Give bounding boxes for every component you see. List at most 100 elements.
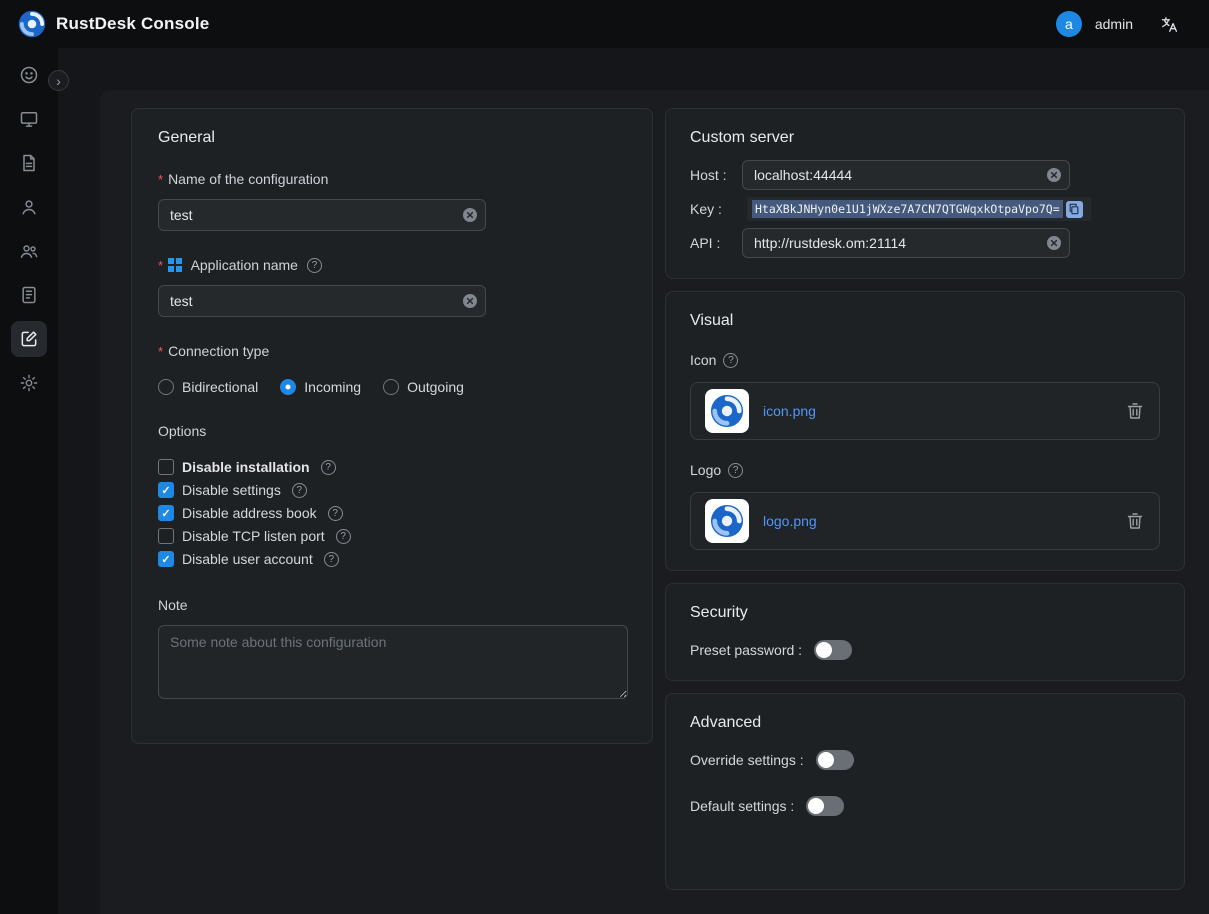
config-name-input-wrap	[158, 199, 486, 231]
override-settings-toggle[interactable]	[816, 750, 854, 770]
radio-outgoing[interactable]: Outgoing	[383, 379, 464, 395]
rustdesk-console-app: RustDesk Console a admin	[0, 0, 1209, 914]
edit-square-icon	[19, 329, 39, 349]
app-title: RustDesk Console	[56, 14, 209, 34]
key-row: Key : HtaXBkJNHyn0e1U1jWXze7A7CN7QTGWqxk…	[690, 197, 1160, 221]
sidebar-item-status[interactable]	[11, 57, 47, 93]
application-name-input[interactable]	[158, 285, 486, 317]
sidebar-expand-button[interactable]: ›	[48, 70, 69, 91]
preset-password-label: Preset password :	[690, 642, 802, 658]
connection-type-radio-group: Bidirectional Incoming Outgoing	[158, 379, 626, 395]
radio-bidirectional[interactable]: Bidirectional	[158, 379, 258, 395]
default-settings-row: Default settings :	[690, 796, 1160, 816]
checkbox-box[interactable]: ✓	[158, 528, 174, 544]
avatar[interactable]: a	[1056, 11, 1082, 37]
username[interactable]: admin	[1095, 16, 1133, 32]
icon-file-box: icon.png	[690, 382, 1160, 440]
config-name-label: * Name of the configuration	[158, 171, 626, 187]
radio-circle	[158, 379, 174, 395]
application-name-label: * Application name ?	[158, 257, 626, 273]
clear-icon[interactable]	[1047, 236, 1061, 250]
custom-server-card: Custom server Host : Key : HtaXBkJNHyn0e…	[665, 108, 1185, 279]
host-input[interactable]	[742, 160, 1070, 190]
sidebar-item-logs[interactable]	[11, 277, 47, 313]
translate-icon[interactable]	[1160, 15, 1179, 34]
custom-server-title: Custom server	[690, 129, 1160, 147]
toggle-knob	[816, 642, 832, 658]
icon-upload-label: Icon ?	[690, 352, 1160, 368]
app-header: RustDesk Console a admin	[0, 0, 1209, 48]
monitor-icon	[19, 109, 39, 129]
required-marker: *	[158, 258, 163, 273]
help-icon[interactable]: ?	[336, 529, 351, 544]
key-value[interactable]: HtaXBkJNHyn0e1U1jWXze7A7CN7QTGWqxkOtpaVp…	[752, 200, 1063, 218]
trash-icon[interactable]	[1125, 511, 1145, 531]
host-input-wrap	[742, 160, 1070, 190]
checkbox-box[interactable]: ✓	[158, 505, 174, 521]
users-icon	[19, 241, 39, 261]
note-textarea[interactable]	[158, 625, 628, 699]
advanced-title: Advanced	[690, 714, 1160, 732]
note-label: Note	[158, 597, 626, 613]
icon-file-link[interactable]: icon.png	[763, 403, 816, 419]
default-settings-toggle[interactable]	[806, 796, 844, 816]
help-icon[interactable]: ?	[307, 258, 322, 273]
checkbox-disable-installation[interactable]: ✓ Disable installation ?	[158, 459, 626, 475]
icon-thumbnail	[705, 389, 749, 433]
clear-icon[interactable]	[1047, 168, 1061, 182]
trash-icon[interactable]	[1125, 401, 1145, 421]
application-name-input-wrap	[158, 285, 486, 317]
advanced-card: Advanced Override settings : Default set…	[665, 693, 1185, 890]
api-input[interactable]	[742, 228, 1070, 258]
copy-icon[interactable]	[1066, 201, 1083, 218]
clear-icon[interactable]	[463, 294, 477, 308]
help-icon[interactable]: ?	[728, 463, 743, 478]
default-settings-label: Default settings :	[690, 798, 794, 814]
general-title: General	[158, 129, 626, 147]
key-field[interactable]: HtaXBkJNHyn0e1U1jWXze7A7CN7QTGWqxkOtpaVp…	[747, 197, 1091, 221]
override-settings-row: Override settings :	[690, 750, 1160, 770]
clear-icon[interactable]	[463, 208, 477, 222]
checkbox-disable-address-book[interactable]: ✓ Disable address book ?	[158, 505, 626, 521]
header-right: a admin	[1056, 11, 1191, 37]
preset-password-toggle[interactable]	[814, 640, 852, 660]
preset-password-row: Preset password :	[690, 640, 1160, 660]
windows-logo-icon	[168, 258, 182, 272]
checkbox-box[interactable]: ✓	[158, 482, 174, 498]
content-panel: General * Name of the configuration * Ap…	[100, 90, 1209, 914]
connection-type-label: * Connection type	[158, 343, 626, 359]
logo-file-link[interactable]: logo.png	[763, 513, 817, 529]
radio-circle	[280, 379, 296, 395]
help-icon[interactable]: ?	[324, 552, 339, 567]
checkbox-disable-settings[interactable]: ✓ Disable settings ?	[158, 482, 626, 498]
required-marker: *	[158, 344, 163, 359]
general-card: General * Name of the configuration * Ap…	[131, 108, 653, 744]
visual-card: Visual Icon ? icon.png Logo ?	[665, 291, 1185, 571]
config-name-input[interactable]	[158, 199, 486, 231]
sidebar	[0, 48, 58, 914]
sidebar-item-settings[interactable]	[11, 365, 47, 401]
help-icon[interactable]: ?	[321, 460, 336, 475]
sidebar-item-users[interactable]	[11, 189, 47, 225]
checkbox-disable-tcp-listen-port[interactable]: ✓ Disable TCP listen port ?	[158, 528, 626, 544]
api-label: API :	[690, 235, 742, 251]
visual-title: Visual	[690, 312, 1160, 330]
gear-icon	[19, 373, 39, 393]
help-icon[interactable]: ?	[328, 506, 343, 521]
help-icon[interactable]: ?	[723, 353, 738, 368]
checkbox-disable-user-account[interactable]: ✓ Disable user account ?	[158, 551, 626, 567]
checkbox-box[interactable]: ✓	[158, 551, 174, 567]
user-icon	[19, 197, 39, 217]
sidebar-item-devices[interactable]	[11, 101, 47, 137]
radio-incoming[interactable]: Incoming	[280, 379, 361, 395]
sidebar-item-groups[interactable]	[11, 233, 47, 269]
host-row: Host :	[690, 160, 1160, 190]
toggle-knob	[808, 798, 824, 814]
sidebar-item-audit[interactable]	[11, 145, 47, 181]
security-card: Security Preset password :	[665, 583, 1185, 681]
checkbox-box[interactable]: ✓	[158, 459, 174, 475]
logbook-icon	[19, 285, 39, 305]
api-input-wrap	[742, 228, 1070, 258]
help-icon[interactable]: ?	[292, 483, 307, 498]
sidebar-item-custom-clients[interactable]	[11, 321, 47, 357]
